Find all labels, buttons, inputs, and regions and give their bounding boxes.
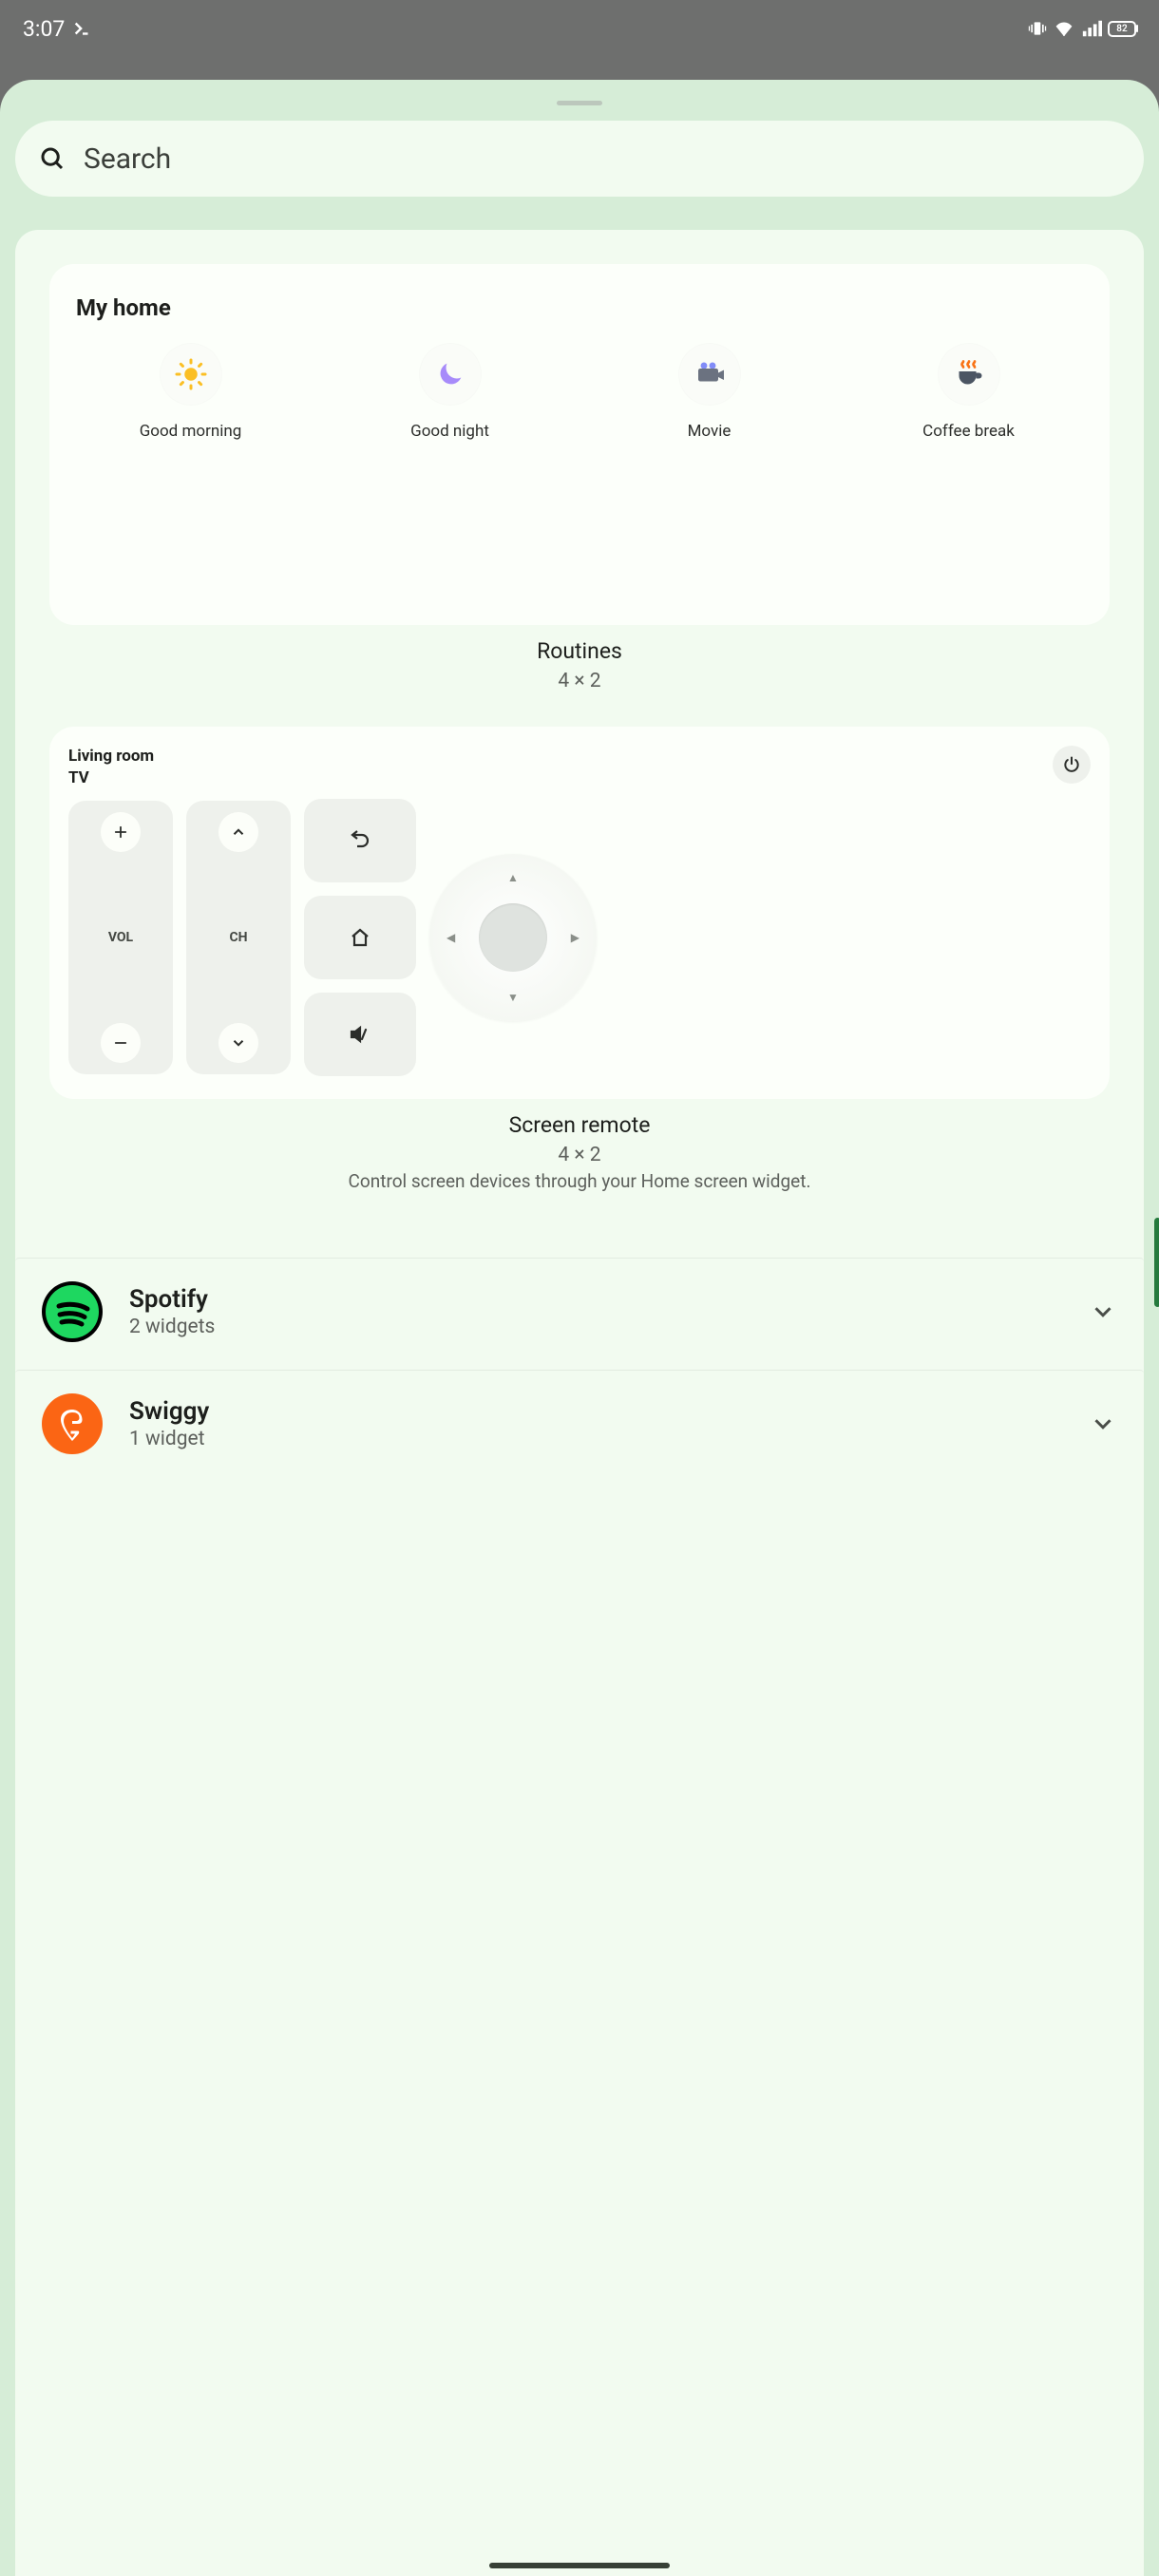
routine-label: Coffee break (922, 422, 1015, 441)
dpad-right-icon[interactable]: ▶ (571, 931, 580, 944)
power-icon (1062, 755, 1081, 774)
dpad-up-icon[interactable]: ▲ (507, 871, 519, 884)
spotify-icon (42, 1281, 103, 1342)
battery-level: 82 (1116, 24, 1127, 34)
status-time: 3:07 (23, 16, 65, 42)
signal-icon (1081, 18, 1102, 39)
remote-device: TV (68, 767, 154, 789)
battery-icon: 82 (1108, 21, 1136, 37)
app-widget-count: 1 widget (129, 1428, 209, 1450)
volume-up-button[interactable] (101, 812, 141, 852)
volume-down-button[interactable] (101, 1023, 141, 1063)
status-left: 3:07 (23, 16, 93, 42)
routines-row: Good morning Good night Movie (57, 344, 1102, 441)
home-icon (349, 926, 371, 949)
widget-sheet: Search My home Good morning Good night (0, 80, 1159, 2576)
app-name: Spotify (129, 1285, 215, 1314)
search-icon (38, 144, 66, 173)
app-meta: Swiggy 1 widget (129, 1397, 209, 1450)
meta-title: Routines (49, 638, 1110, 664)
mute-button[interactable] (304, 993, 416, 1076)
chevron-down-icon (1089, 1297, 1117, 1326)
meta-title: Screen remote (49, 1112, 1110, 1138)
channel-rocker[interactable]: CH (186, 801, 291, 1074)
home-button[interactable] (304, 896, 416, 979)
drag-handle[interactable] (557, 101, 602, 105)
app-meta: Spotify 2 widgets (129, 1285, 215, 1338)
minus-icon (112, 1034, 129, 1051)
status-right: 82 (1028, 17, 1136, 40)
dpad-left-icon[interactable]: ◀ (446, 931, 455, 944)
ch-label: CH (229, 930, 247, 945)
routine-movie[interactable]: Movie (643, 344, 776, 441)
coffee-icon (939, 344, 999, 405)
remote-room: Living room (68, 746, 154, 767)
remote-widget-meta: Screen remote 4 × 2 Control screen devic… (49, 1112, 1110, 1192)
app-row-spotify[interactable]: Spotify 2 widgets (15, 1258, 1144, 1364)
chevron-down-icon (230, 1034, 247, 1051)
movie-icon (679, 344, 740, 405)
home-widget-title: My home (57, 294, 1102, 344)
app-name: Swiggy (129, 1397, 209, 1426)
app-row-swiggy[interactable]: Swiggy 1 widget (15, 1370, 1144, 1476)
scroll-indicator[interactable] (1154, 1218, 1159, 1307)
routine-label: Good night (410, 422, 489, 441)
routine-label: Good morning (140, 422, 242, 441)
vol-label: VOL (108, 930, 133, 945)
chevron-up-icon (230, 824, 247, 841)
mute-icon (349, 1023, 371, 1046)
back-button[interactable] (304, 799, 416, 882)
chevron-down-icon (1089, 1410, 1117, 1438)
meta-size: 4 × 2 (49, 670, 1110, 692)
home-widget-meta: Routines 4 × 2 (49, 638, 1110, 692)
channel-up-button[interactable] (218, 812, 258, 852)
status-bar: 3:07 82 (0, 0, 1159, 57)
remote-widget-preview[interactable]: Living room TV VOL CH (49, 727, 1110, 1099)
search-placeholder: Search (84, 142, 171, 176)
remote-head-text: Living room TV (68, 746, 154, 789)
channel-down-button[interactable] (218, 1023, 258, 1063)
vibrate-icon (1028, 19, 1047, 38)
meta-size: 4 × 2 (49, 1144, 1110, 1166)
home-widget-preview[interactable]: My home Good morning Good night (49, 264, 1110, 625)
moon-icon (420, 344, 481, 405)
app-widget-count: 2 widgets (129, 1316, 215, 1338)
dpad-down-icon[interactable]: ▼ (507, 991, 519, 1004)
search-bar[interactable]: Search (15, 121, 1144, 197)
routine-coffee-break[interactable]: Coffee break (902, 344, 1036, 441)
dpad[interactable]: ▲ ▼ ◀ ▶ (429, 854, 597, 1021)
volume-rocker[interactable]: VOL (68, 801, 173, 1074)
power-button[interactable] (1053, 746, 1091, 784)
gesture-bar[interactable] (489, 2563, 670, 2568)
swiggy-icon (42, 1393, 103, 1454)
routine-label: Movie (688, 422, 732, 441)
routine-good-morning[interactable]: Good morning (124, 344, 257, 441)
sun-icon (161, 344, 221, 405)
routine-good-night[interactable]: Good night (384, 344, 517, 441)
prompt-icon (72, 18, 93, 39)
meta-desc: Control screen devices through your Home… (49, 1170, 1110, 1192)
wifi-icon (1053, 17, 1075, 40)
back-icon (349, 829, 371, 852)
plus-icon (112, 824, 129, 841)
